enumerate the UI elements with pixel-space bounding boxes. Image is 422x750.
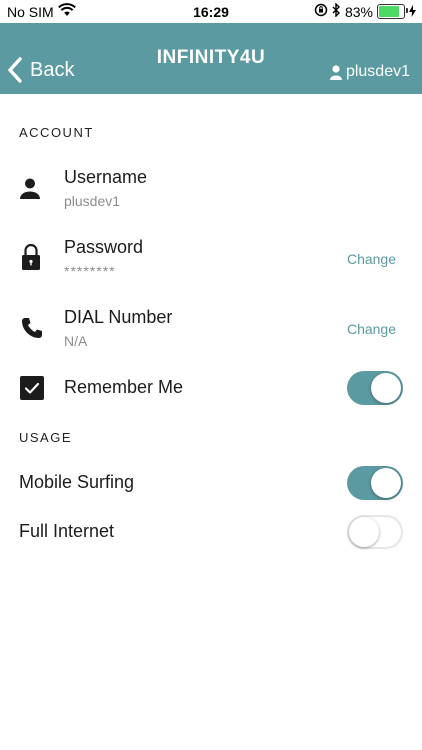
toggle-knob [371,468,401,498]
password-value: ******** [64,263,116,279]
lock-icon [21,243,41,276]
dial-number-label: DIAL Number [64,307,173,327]
username-row: Username plusdev1 [0,165,422,220]
user-icon [329,64,342,80]
dial-number-row: DIAL Number N/A Change [0,305,422,360]
battery-icon [377,4,408,19]
remember-me-checkbox[interactable] [20,376,44,400]
toggle-knob [371,373,401,403]
password-label: Password [64,237,144,257]
toggle-knob [349,517,379,547]
charging-icon [409,4,416,20]
mobile-surfing-label: Mobile Surfing [19,472,135,492]
username-label: Username [64,167,148,187]
nav-user: plusdev1 [329,63,410,81]
section-header-account: ACCOUNT [19,125,94,140]
full-internet-row: Full Internet [0,514,422,554]
bluetooth-icon [332,2,341,20]
section-header-usage: USAGE [19,430,73,445]
dial-number-value: N/A [64,333,88,349]
username-value: plusdev1 [64,193,121,209]
change-password-button[interactable]: Change [347,251,396,267]
full-internet-toggle[interactable] [347,515,403,549]
remember-me-row: Remember Me [0,370,422,410]
mobile-surfing-toggle[interactable] [347,466,403,500]
battery-percent: 83% [344,3,373,20]
user-icon [19,177,41,204]
phone-icon [21,317,43,344]
remember-me-toggle[interactable] [347,371,403,405]
change-dial-number-button[interactable]: Change [347,321,396,337]
remember-me-label: Remember Me [64,377,184,397]
password-row: Password ******** Change [0,235,422,290]
full-internet-label: Full Internet [19,521,115,541]
checkmark-icon [24,382,40,394]
status-bar: No SIM 16:29 83% [0,0,422,23]
nav-bar: Back INFINITY4U plusdev1 [0,23,422,94]
mobile-surfing-row: Mobile Surfing [0,465,422,505]
nav-username: plusdev1 [345,63,410,80]
orientation-lock-icon [314,3,328,20]
